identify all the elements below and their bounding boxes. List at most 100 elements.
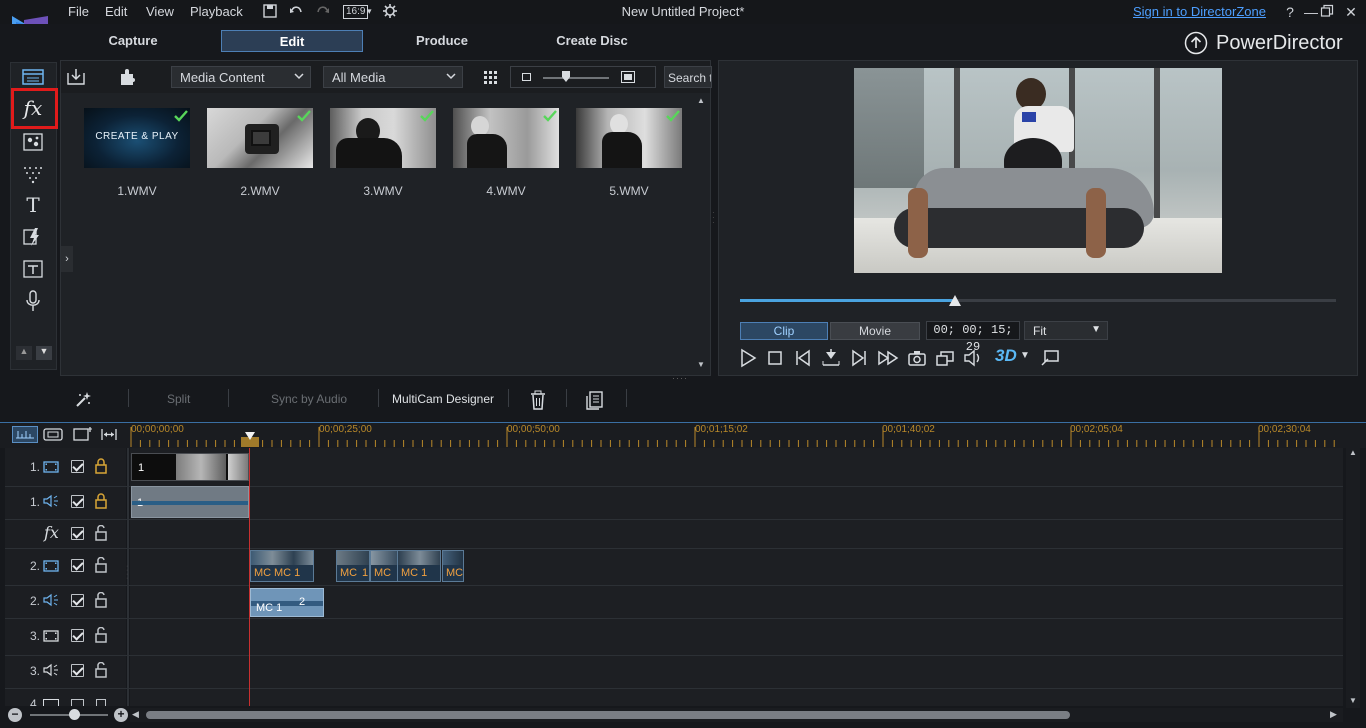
media-content-dropdown[interactable]: Media Content: [171, 66, 311, 88]
volume-icon[interactable]: [963, 348, 983, 368]
tab-edit[interactable]: Edit: [221, 30, 363, 52]
unlock-icon[interactable]: [95, 525, 107, 541]
clip-mode-tab[interactable]: Clip: [740, 322, 828, 340]
magic-tools-icon[interactable]: [74, 391, 92, 409]
timeline-view-button[interactable]: [12, 426, 38, 443]
audio-clip-track2[interactable]: MC 1 2: [250, 588, 324, 617]
split-button[interactable]: Split: [167, 392, 190, 406]
zoom-out-icon[interactable]: −: [8, 708, 22, 722]
timeline-zoom-knob[interactable]: [69, 709, 80, 720]
scroll-down-icon[interactable]: ▼: [36, 346, 52, 360]
tab-create-disc[interactable]: Create Disc: [521, 30, 663, 52]
multicam-designer-button[interactable]: MultiCam Designer: [392, 392, 494, 406]
multicam-clip[interactable]: MC MC 1: [250, 550, 314, 582]
thumbnail-size-slider[interactable]: [510, 66, 656, 88]
snapshot-icon[interactable]: [907, 348, 927, 368]
movie-mode-tab[interactable]: Movie: [830, 322, 920, 340]
menu-view[interactable]: View: [146, 4, 174, 19]
redo-icon[interactable]: [315, 3, 333, 21]
expand-panel-icon[interactable]: ›: [61, 246, 73, 272]
stop-icon[interactable]: [765, 348, 785, 368]
previous-frame-icon[interactable]: [793, 348, 813, 368]
multicam-clip[interactable]: MC 1: [397, 550, 441, 582]
undo-icon[interactable]: [288, 3, 306, 21]
splitter-handle[interactable]: · · ·: [712, 209, 716, 228]
library-search-input[interactable]: Search th: [664, 66, 712, 88]
next-frame-icon[interactable]: [849, 348, 869, 368]
menu-edit[interactable]: Edit: [105, 4, 127, 19]
aspect-ratio-button[interactable]: 16:9: [343, 5, 369, 19]
scroll-down-arrow-icon[interactable]: ▼: [697, 360, 705, 369]
minimize-icon[interactable]: —: [1302, 4, 1320, 20]
unlock-icon[interactable]: [95, 592, 107, 608]
trash-icon[interactable]: [530, 390, 546, 410]
multicam-clip[interactable]: MC: [442, 550, 464, 582]
close-icon[interactable]: ✕: [1342, 4, 1360, 20]
menu-playback[interactable]: Playback: [190, 4, 243, 19]
scroll-up-arrow-icon[interactable]: ▲: [697, 96, 705, 105]
timeline-horizontal-scrollbar[interactable]: ◀ ▶: [130, 708, 1343, 722]
media-thumb-1[interactable]: CREATE & PLAY: [84, 108, 190, 168]
track-splitter-handle[interactable]: · · · ·: [126, 563, 129, 585]
split-marker-icon[interactable]: [821, 348, 841, 368]
track-enable-checkbox[interactable]: [71, 594, 84, 607]
more-features-icon[interactable]: [586, 390, 604, 410]
track-enable-checkbox[interactable]: [71, 664, 84, 677]
scroll-up-icon[interactable]: ▲: [16, 346, 32, 360]
timeline-vertical-scrollbar[interactable]: ▲ ▼: [1346, 448, 1360, 708]
title-text-icon[interactable]: T: [12, 190, 54, 220]
media-thumb-5[interactable]: [576, 108, 682, 168]
media-thumb-4[interactable]: [453, 108, 559, 168]
microphone-icon[interactable]: [12, 286, 54, 316]
track-enable-checkbox[interactable]: [71, 559, 84, 572]
upload-icon[interactable]: [1184, 31, 1208, 55]
fit-timeline-icon[interactable]: [100, 427, 118, 442]
video-clip-track1[interactable]: 1: [131, 453, 249, 481]
track-enable-checkbox[interactable]: [71, 629, 84, 642]
chevron-down-icon[interactable]: ▼: [1020, 350, 1030, 361]
track-enable-checkbox[interactable]: [71, 495, 84, 508]
slider-knob[interactable]: [562, 71, 570, 82]
unlock-icon[interactable]: [95, 662, 107, 678]
grid-view-icon[interactable]: [483, 70, 499, 84]
unlock-icon[interactable]: [96, 699, 106, 706]
pip-objects-icon[interactable]: [12, 127, 54, 157]
scroll-down-arrow-icon[interactable]: ▼: [1349, 696, 1357, 705]
scroll-right-arrow-icon[interactable]: ▶: [1330, 709, 1337, 720]
fx-icon[interactable]: fx: [12, 93, 54, 123]
storyboard-view-icon[interactable]: [42, 427, 64, 442]
unlock-icon[interactable]: [95, 557, 107, 573]
media-thumb-3[interactable]: [330, 108, 436, 168]
undock-preview-icon[interactable]: [935, 348, 955, 368]
sync-by-audio-button[interactable]: Sync by Audio: [271, 392, 347, 406]
plugin-icon[interactable]: [118, 67, 138, 87]
timecode-field[interactable]: 00; 00; 15; 29: [926, 321, 1020, 354]
media-filter-dropdown[interactable]: All Media: [323, 66, 463, 88]
seek-knob[interactable]: [949, 295, 961, 307]
particle-icon[interactable]: [12, 159, 54, 189]
multicam-clip[interactable]: MC: [370, 550, 398, 582]
play-icon[interactable]: [738, 348, 758, 368]
zoom-in-icon[interactable]: +: [114, 708, 128, 722]
audio-clip-track1[interactable]: 1: [131, 486, 249, 518]
track-enable-checkbox[interactable]: [71, 699, 84, 706]
restore-icon[interactable]: [1320, 4, 1338, 20]
scroll-up-arrow-icon[interactable]: ▲: [1349, 448, 1357, 457]
signin-link[interactable]: Sign in to DirectorZone: [1133, 4, 1266, 19]
subtitle-icon[interactable]: [12, 254, 54, 284]
gear-icon[interactable]: [382, 3, 400, 21]
lock-icon[interactable]: [95, 458, 107, 474]
save-icon[interactable]: [262, 3, 280, 21]
track-enable-checkbox[interactable]: [71, 527, 84, 540]
media-thumb-2[interactable]: [207, 108, 313, 168]
fast-forward-icon[interactable]: [877, 348, 899, 368]
lock-icon[interactable]: [95, 493, 107, 509]
import-media-icon[interactable]: [66, 68, 86, 86]
scrollbar-thumb[interactable]: [146, 711, 1070, 719]
tab-capture[interactable]: Capture: [62, 30, 204, 52]
transition-icon[interactable]: [12, 222, 54, 252]
menu-file[interactable]: File: [68, 4, 89, 19]
help-icon[interactable]: ?: [1281, 4, 1299, 20]
library-scrollbar[interactable]: ▲ ▼: [697, 96, 707, 372]
dual-monitor-icon[interactable]: [1040, 348, 1060, 368]
